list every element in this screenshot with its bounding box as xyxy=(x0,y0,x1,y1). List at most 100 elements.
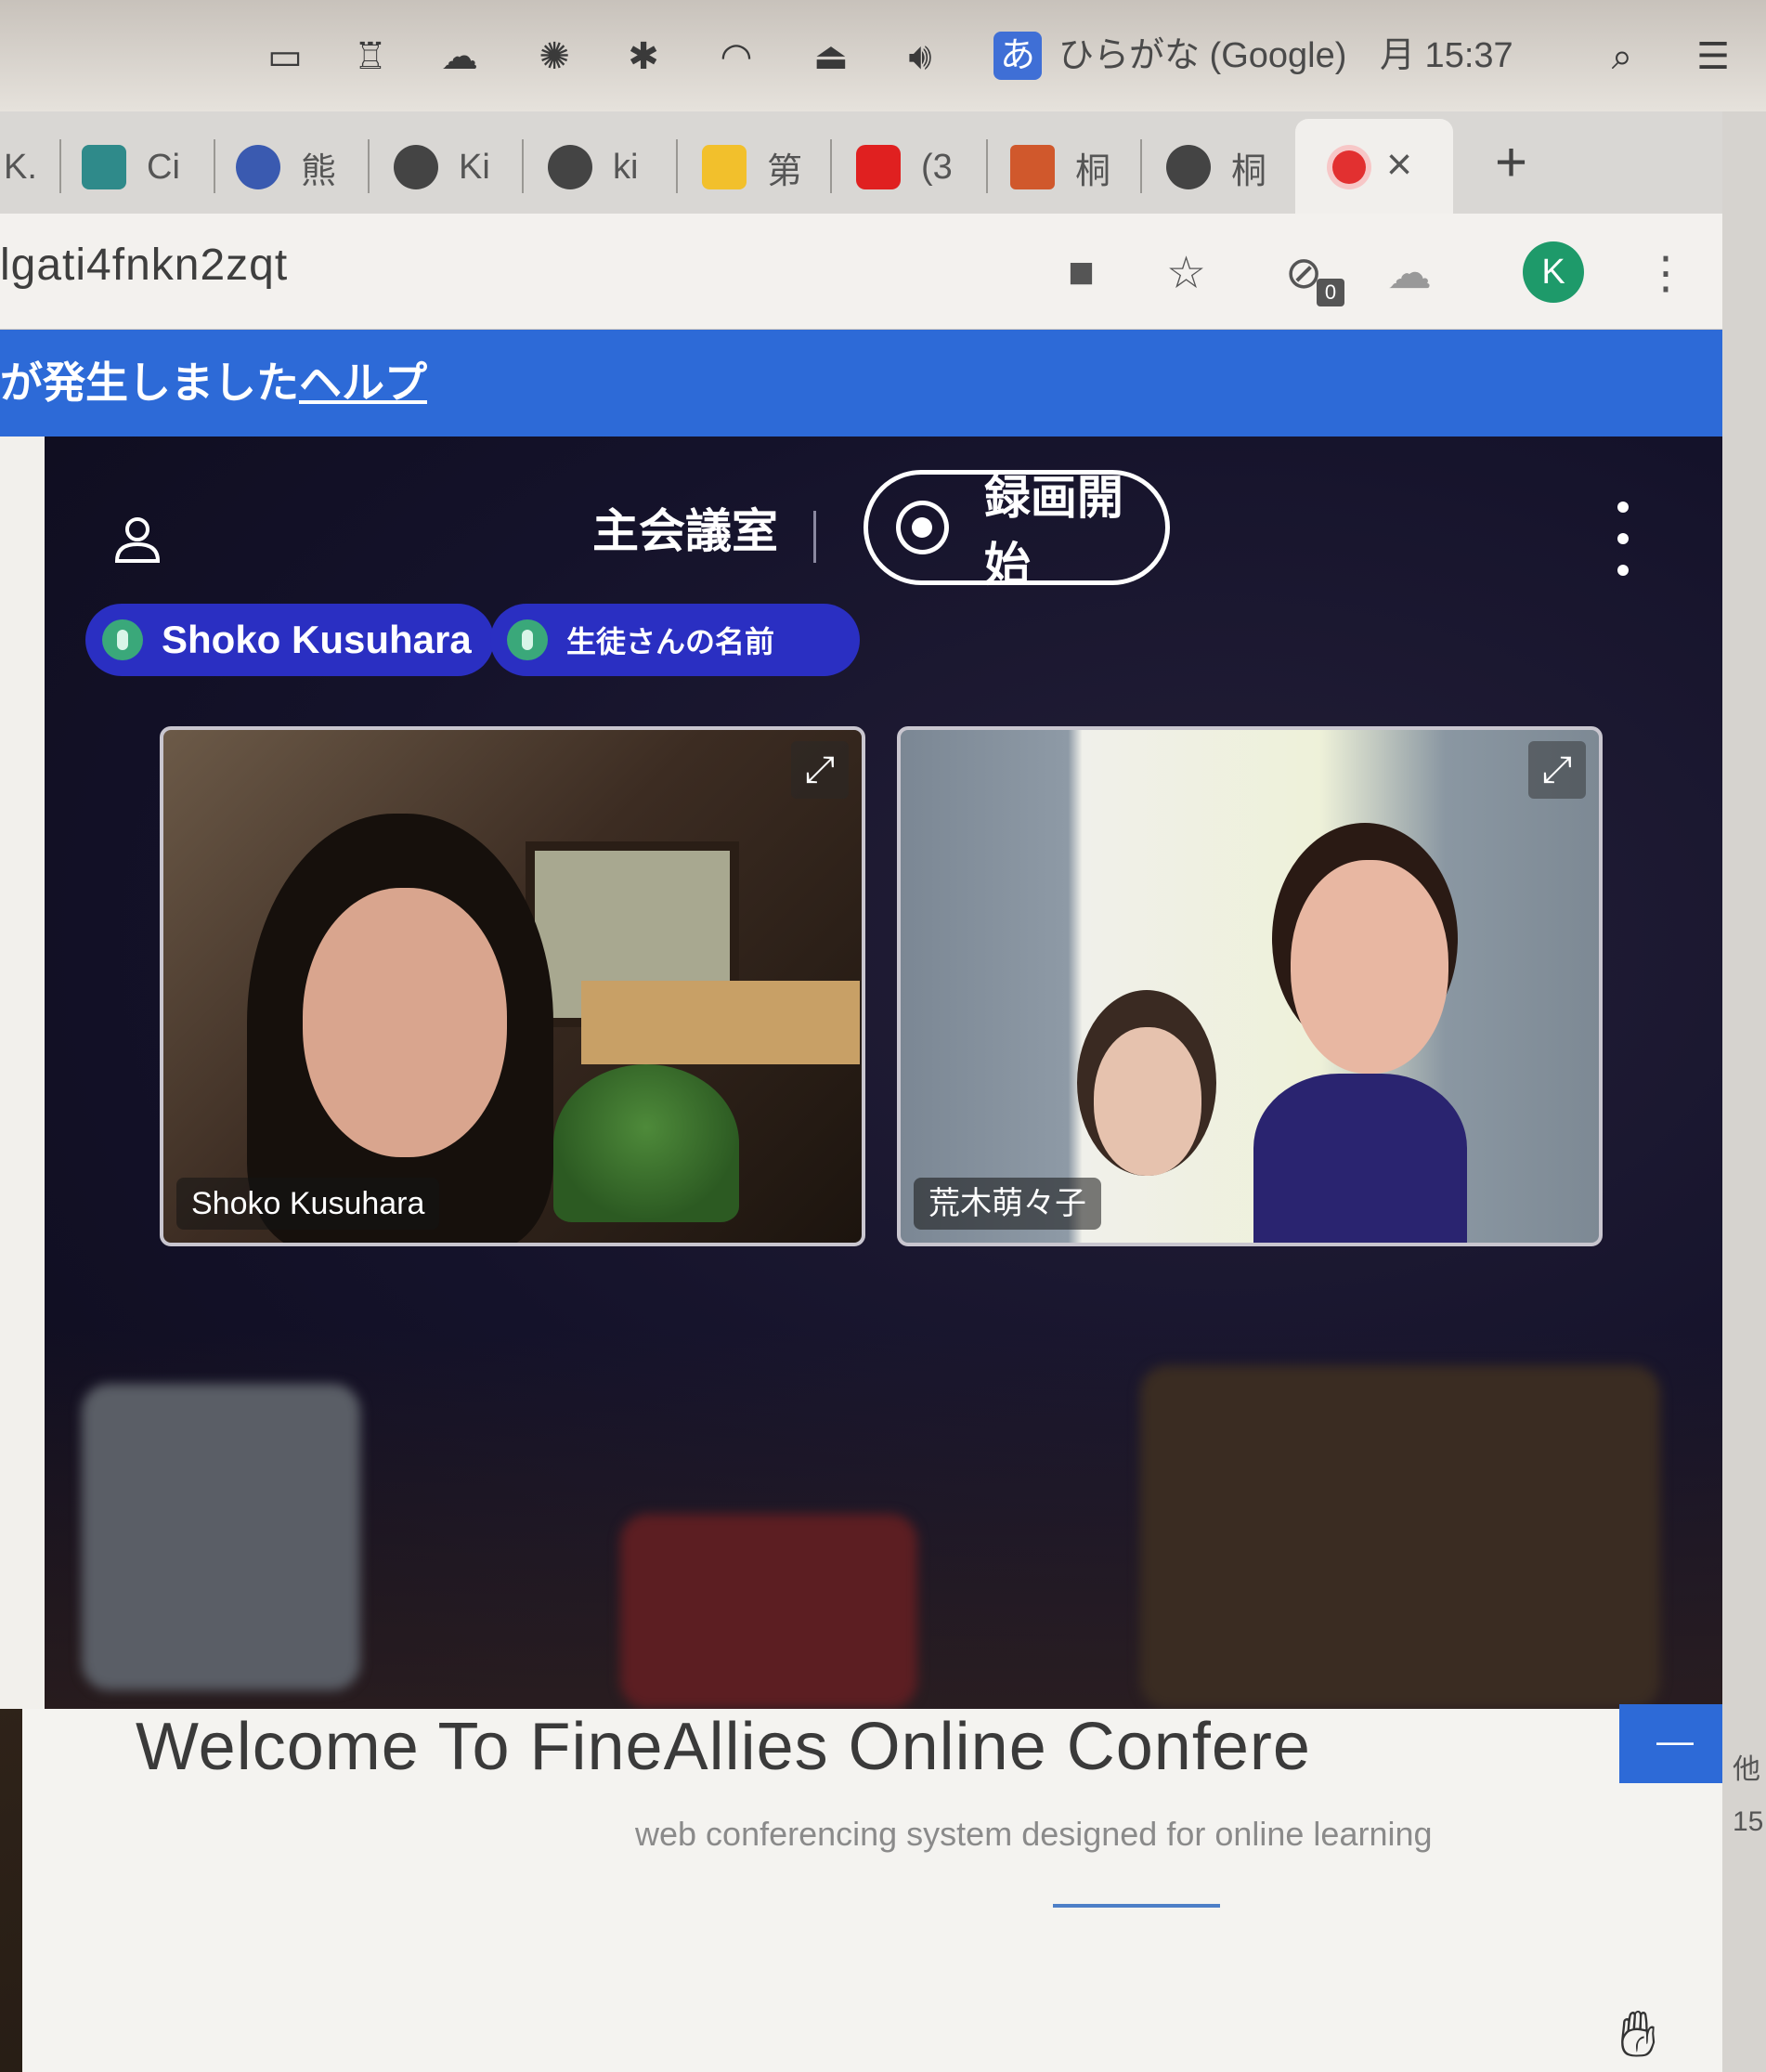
tab-4[interactable]: Ki xyxy=(394,137,490,197)
left-page-strip xyxy=(0,437,45,1709)
reflection-shape xyxy=(1140,1365,1660,1709)
url-field[interactable]: lgati4fnkn2zqt xyxy=(0,240,288,291)
tab-divider xyxy=(676,139,678,193)
room-title: 主会議室 xyxy=(592,505,778,557)
tab-8[interactable]: 桐 xyxy=(1010,137,1110,197)
header-divider xyxy=(813,511,816,563)
tab-title: 熊 xyxy=(301,151,337,191)
tab-7[interactable]: (3 xyxy=(856,137,953,197)
tab-title: ki xyxy=(613,147,639,187)
camera-in-use-icon[interactable]: ■ xyxy=(1068,247,1095,298)
more-options-icon[interactable] xyxy=(1614,502,1632,576)
video-name-tag: Shoko Kusuhara xyxy=(176,1178,440,1230)
help-link[interactable]: ヘルプ xyxy=(299,358,427,407)
youtube-icon xyxy=(856,145,901,189)
welcome-subtitle: web conferencing system designed for onl… xyxy=(635,1815,1433,1853)
tab-divider xyxy=(368,139,370,193)
tab-title: 桐 xyxy=(1075,151,1111,191)
reflection-shape xyxy=(620,1514,917,1709)
error-banner: が発生しましたヘルプ xyxy=(0,330,1722,437)
video-name-tag: 荒木萌々子 xyxy=(914,1178,1101,1230)
tab-active[interactable]: × xyxy=(1295,119,1453,214)
tab-title: 桐 xyxy=(1231,151,1267,191)
participant-chip-student[interactable]: 生徒さんの名前 xyxy=(490,604,860,676)
background-shelf xyxy=(581,981,860,1064)
participant-name: Shoko Kusuhara xyxy=(162,618,472,661)
tab-title: K. xyxy=(4,147,37,187)
close-tab-icon[interactable]: × xyxy=(1386,139,1412,190)
tab-divider xyxy=(522,139,524,193)
new-tab-button[interactable]: + xyxy=(1495,130,1527,194)
welcome-heading: Welcome To FineAllies Online Confere xyxy=(136,1710,1311,1784)
wifi-icon[interactable]: ◠ xyxy=(715,35,758,78)
record-icon xyxy=(896,501,949,554)
person-face xyxy=(1094,1027,1201,1176)
tab-divider xyxy=(1140,139,1142,193)
fullscreen-icon[interactable]: ⤢ xyxy=(791,741,849,799)
broadcast-icon[interactable]: ♖ xyxy=(349,35,392,78)
participant-chip-teacher[interactable]: Shoko Kusuhara xyxy=(85,604,494,676)
heading-underline xyxy=(1053,1904,1220,1908)
video-tile-student[interactable]: ⤢ 荒木萌々子 xyxy=(897,726,1603,1246)
conference-panel: 主会議室 録画開始 Shoko Kusuhara 生徒さんの名前 ⤢ Shoko… xyxy=(45,437,1725,1709)
globe-icon xyxy=(548,145,592,189)
tab-6[interactable]: 第 xyxy=(702,137,802,197)
record-label: 録画開始 xyxy=(983,472,1123,591)
browser-tab-bar: K. Ci 熊 Ki ki 第 (3 桐 桐 × + xyxy=(0,111,1727,214)
tab-title: Ki xyxy=(459,147,490,187)
video-tile-teacher[interactable]: ⤢ Shoko Kusuhara xyxy=(160,726,865,1246)
eject-icon[interactable]: ⏏ xyxy=(810,35,852,78)
photo-of-screen: ▭ ♖ ☁ ✺ ✱ ◠ ⏏ 🔊︎ あ ひらがな (Google) 月 15:37… xyxy=(0,0,1766,2072)
participant-name: 生徒さんの名前 xyxy=(566,625,775,658)
profile-avatar[interactable]: K xyxy=(1523,241,1584,303)
ime-badge-icon[interactable]: あ xyxy=(993,32,1042,80)
fullscreen-icon[interactable]: ⤢ xyxy=(1528,741,1586,799)
cloud-extension-icon[interactable]: ☁ xyxy=(1387,247,1432,299)
notification-center-icon[interactable]: ☰ xyxy=(1692,35,1734,78)
cloud-icon[interactable]: ☁ xyxy=(438,35,481,78)
colorful-app-icon[interactable]: ✺ xyxy=(533,35,576,78)
edge-text: 15 xyxy=(1733,1806,1764,1837)
kumamoto-favicon-icon xyxy=(236,145,280,189)
address-bar: lgati4fnkn2zqt ■ ☆ ⊘ 0 ☁ K ⋮ xyxy=(0,214,1722,330)
reflection-shape xyxy=(82,1384,360,1690)
ci-favicon-icon xyxy=(82,145,126,189)
tab-9[interactable]: 桐 xyxy=(1166,137,1266,197)
screen-reflection xyxy=(45,1328,1725,1709)
start-recording-button[interactable]: 録画開始 xyxy=(864,470,1170,591)
tab-title: (3 xyxy=(921,147,953,187)
bluetooth-icon[interactable]: ✱ xyxy=(622,35,665,78)
screen-icon[interactable]: ▭ xyxy=(264,35,306,78)
tab-divider xyxy=(830,139,832,193)
raise-hand-icon[interactable]: ✋︎ xyxy=(1619,1997,1656,2072)
menu-clock[interactable]: 月 15:37 xyxy=(1380,32,1513,80)
collapse-button[interactable]: — xyxy=(1619,1704,1731,1783)
tab-divider xyxy=(214,139,215,193)
person-face xyxy=(303,888,507,1157)
tab-divider xyxy=(59,139,61,193)
yellow-app-favicon-icon xyxy=(702,145,747,189)
landing-page-body: Welcome To FineAllies Online Confere web… xyxy=(22,1704,1740,2072)
participants-user-icon[interactable] xyxy=(110,511,165,567)
tab-divider xyxy=(986,139,988,193)
tab-5[interactable]: ki xyxy=(548,137,638,197)
mic-on-icon xyxy=(507,619,548,660)
mac-menu-bar: ▭ ♖ ☁ ✺ ✱ ◠ ⏏ 🔊︎ あ ひらがな (Google) 月 15:37… xyxy=(0,0,1766,111)
spotlight-search-icon[interactable]: ⌕ xyxy=(1601,35,1643,78)
person-body xyxy=(1253,1074,1467,1243)
volume-icon[interactable]: 🔊︎ xyxy=(899,35,941,78)
bookmark-star-icon[interactable]: ☆ xyxy=(1166,247,1206,299)
mic-on-icon xyxy=(102,619,143,660)
extension-badge: 0 xyxy=(1317,279,1344,306)
person-face xyxy=(1291,860,1448,1074)
browser-menu-icon[interactable]: ⋮ xyxy=(1643,247,1688,299)
ime-label[interactable]: ひらがな (Google) xyxy=(1058,32,1346,80)
orange-app-favicon-icon xyxy=(1010,145,1055,189)
globe-icon xyxy=(394,145,438,189)
background-plant xyxy=(553,1064,739,1222)
edge-text: 他 xyxy=(1733,1754,1760,1785)
tab-2[interactable]: Ci xyxy=(82,137,180,197)
tab-title: Ci xyxy=(147,147,180,187)
tab-3[interactable]: 熊 xyxy=(236,137,336,197)
tab-1[interactable]: K. xyxy=(4,137,37,197)
